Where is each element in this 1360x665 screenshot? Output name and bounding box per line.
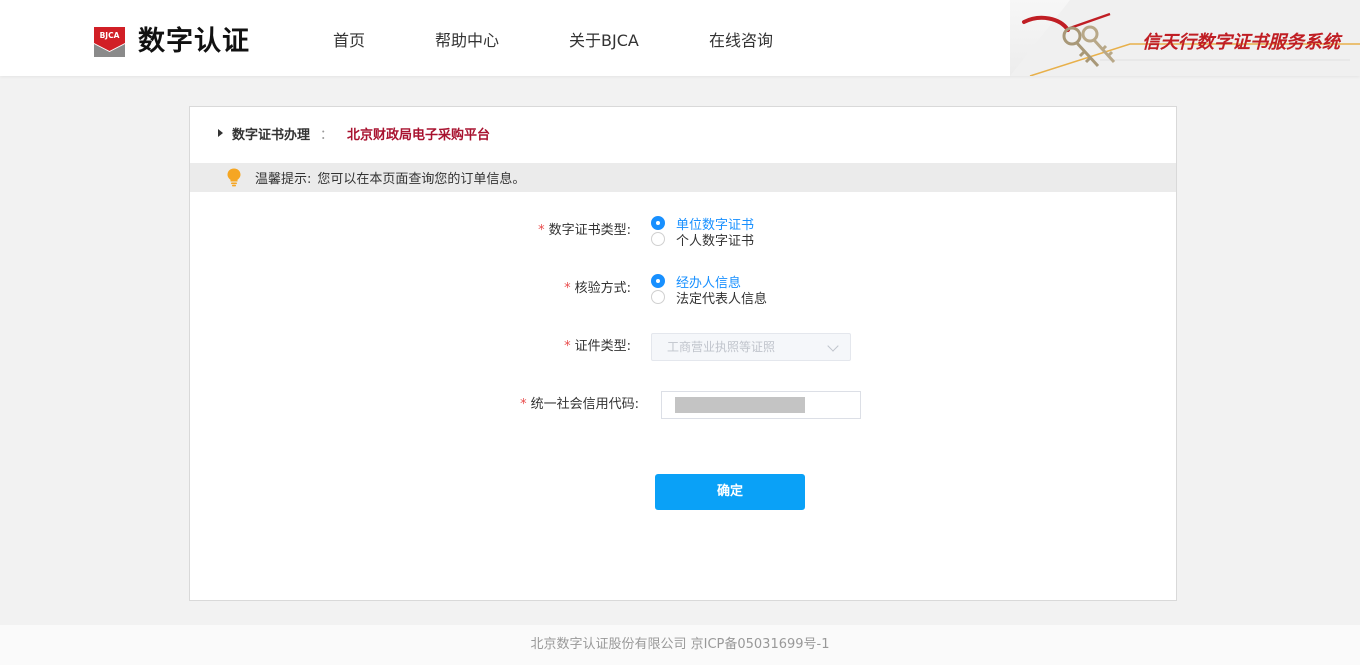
required-mark: * [538, 223, 545, 238]
breadcrumb-separator: ： [320, 127, 334, 143]
required-mark: * [520, 397, 527, 412]
required-mark: * [564, 281, 571, 296]
radio-checked-icon [651, 216, 665, 230]
lightbulb-icon [227, 168, 241, 187]
id-type-select[interactable]: 工商营业执照等证照 [651, 333, 851, 361]
breadcrumb-main: 数字证书办理 [232, 127, 311, 143]
site-header: BJCA 数字认证 首页 帮助中心 关于BJCA 在线咨询 信天行数字证书服务系… [0, 0, 1360, 76]
radio-personal-cert[interactable]: 个人数字证书 [651, 231, 755, 249]
redacted-value [675, 397, 805, 413]
credit-code-label: * 统一社会信用代码: [520, 396, 639, 414]
nav-help-center[interactable]: 帮助中心 [435, 30, 499, 52]
radio-personal-cert-label: 个人数字证书 [676, 233, 755, 249]
bjca-logo[interactable]: BJCA 数字认证 [93, 25, 250, 59]
nav-about-bjca[interactable]: 关于BJCA [569, 30, 639, 52]
tip-bar: 温馨提示: 您可以在本页面查询您的订单信息。 [190, 163, 1176, 192]
breadcrumb: 数字证书办理 ： 北京财政局电子采购平台 [218, 123, 490, 143]
cert-query-panel: 数字证书办理 ： 北京财政局电子采购平台 温馨提示: 您可以在本页面查询您的订单… [189, 106, 1177, 601]
bjca-badge-icon: BJCA [93, 26, 126, 58]
radio-checked-icon [651, 274, 665, 288]
cert-type-radio-group: 单位数字证书 个人数字证书 [651, 215, 755, 249]
logo-text: 数字认证 [138, 26, 250, 57]
tip-text: 您可以在本页面查询您的订单信息。 [317, 172, 526, 187]
verify-method-label: * 核验方式: [564, 280, 631, 298]
caret-right-icon [218, 129, 223, 137]
nav-online-consult[interactable]: 在线咨询 [709, 30, 773, 52]
confirm-button[interactable]: 确定 [655, 474, 805, 510]
required-mark: * [564, 339, 571, 354]
logo-badge-text: BJCA [100, 31, 120, 40]
site-footer: 北京数字认证股份有限公司 京ICP备05031699号-1 [0, 625, 1360, 665]
verify-method-radio-group: 经办人信息 法定代表人信息 [651, 273, 768, 307]
cert-type-label-text: 数字证书类型: [548, 223, 631, 238]
radio-unchecked-icon [651, 290, 665, 304]
breadcrumb-platform: 北京财政局电子采购平台 [347, 127, 491, 143]
id-type-label: * 证件类型: [564, 338, 631, 356]
verify-method-label-text: 核验方式: [574, 281, 631, 296]
footer-copyright: 北京数字认证股份有限公司 京ICP备05031699号-1 [530, 637, 830, 652]
radio-legal-rep-info[interactable]: 法定代表人信息 [651, 289, 768, 307]
credit-code-input[interactable] [661, 391, 861, 419]
radio-unchecked-icon [651, 232, 665, 246]
cert-type-label: * 数字证书类型: [538, 222, 631, 240]
brand-title: 信天行数字证书服务系统 [1142, 32, 1340, 53]
credit-code-label-text: 统一社会信用代码: [530, 397, 639, 412]
tip-label: 温馨提示: [255, 172, 312, 187]
id-type-value: 工商营业执照等证照 [667, 340, 776, 354]
chevron-down-icon [827, 340, 839, 352]
radio-legal-rep-info-label: 法定代表人信息 [676, 291, 768, 307]
id-type-label-text: 证件类型: [574, 339, 631, 354]
nav-home[interactable]: 首页 [333, 30, 365, 52]
brand-banner: 信天行数字证书服务系统 [1010, 0, 1360, 76]
